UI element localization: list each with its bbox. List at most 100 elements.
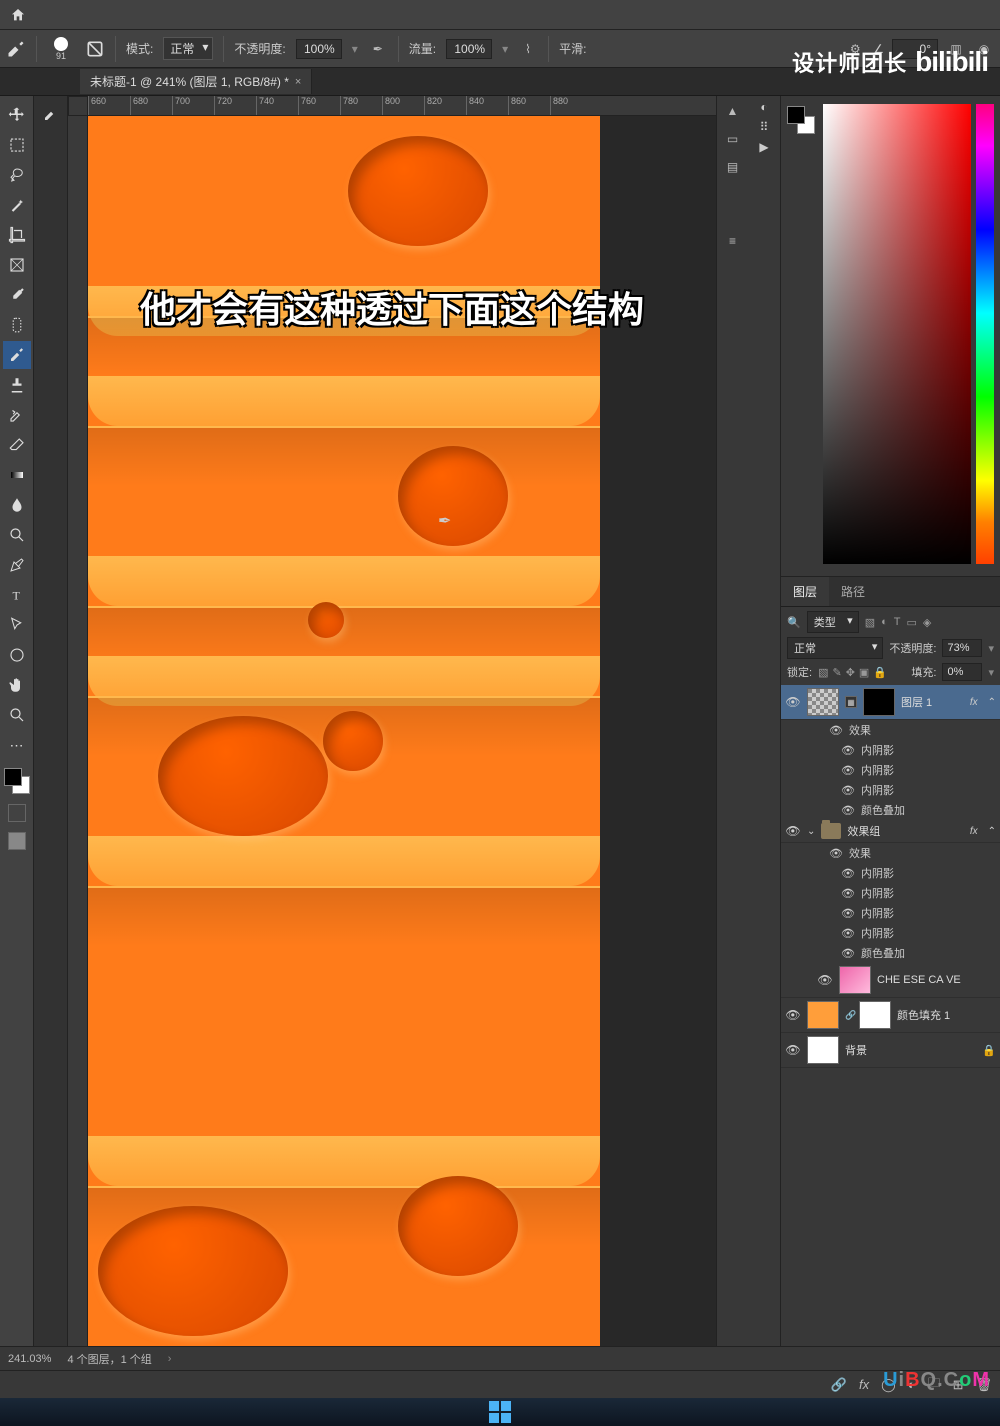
eye-icon[interactable]: 👁 [785,823,801,839]
healing-tool[interactable] [3,311,31,339]
search-icon[interactable]: 🔍 [787,616,801,629]
eye-icon[interactable]: 👁 [785,1042,801,1058]
fx-inner-shadow[interactable]: 👁内阴影 [781,780,1000,800]
eye-icon[interactable]: 👁 [785,694,801,710]
home-icon[interactable] [6,3,30,27]
layer-style-icon[interactable]: fx [859,1377,869,1392]
opacity-field[interactable]: 100% [296,39,342,59]
fx-inner-shadow[interactable]: 👁内阴影 [781,760,1000,780]
taskbar[interactable] [0,1398,1000,1426]
fx-inner-shadow[interactable]: 👁内阴影 [781,923,1000,943]
adjustments-icon[interactable]: ≡ [722,230,744,252]
lock-artboard-icon[interactable]: ▣ [859,666,869,679]
fx-badge[interactable]: fx [970,697,978,708]
histogram-icon[interactable]: ▲ [722,100,744,122]
eye-icon[interactable]: 👁 [817,972,833,988]
dodge-tool[interactable] [3,521,31,549]
path-select-tool[interactable] [3,611,31,639]
lock-paint-icon[interactable]: ✎ [832,666,841,679]
blur-tool[interactable] [3,491,31,519]
brush-preset[interactable]: 91 [47,35,75,63]
fx-inner-shadow[interactable]: 👁内阴影 [781,863,1000,883]
layer-blend-select[interactable]: 正常 [787,637,883,659]
eye-icon[interactable]: 👁 [785,1007,801,1023]
frame-tool[interactable] [3,251,31,279]
shape-tool[interactable] [3,641,31,669]
navigator-icon[interactable]: ▭ [722,128,744,150]
filter-type-icon[interactable]: T [894,616,901,629]
history-brush-tool[interactable] [3,401,31,429]
document-tab[interactable]: 未标题-1 @ 241% (图层 1, RGB/8#) * × [80,69,312,94]
move-tool[interactable] [3,101,31,129]
filter-shape-icon[interactable]: ▭ [907,616,917,629]
brush-tool[interactable] [3,341,31,369]
airbrush-icon[interactable]: ⌇ [518,39,538,59]
chevron-down-icon[interactable]: ⌃ [988,826,996,837]
layer-opacity-field[interactable]: 73% [942,639,982,657]
close-icon[interactable]: × [295,76,301,88]
fx-badge[interactable]: fx [970,826,978,837]
layer-row[interactable]: 👁 ▦ 图层 1 fx ⌃ [781,685,1000,720]
lock-move-icon[interactable]: ✥ [846,666,855,679]
lasso-tool[interactable] [3,161,31,189]
standard-mode-icon[interactable] [8,804,26,822]
chevron-down-icon[interactable]: ⌃ [988,697,996,708]
fx-color-overlay[interactable]: 👁颜色叠加 [781,800,1000,820]
hand-tool[interactable] [3,671,31,699]
fx-inner-shadow[interactable]: 👁内阴影 [781,883,1000,903]
fx-inner-shadow[interactable]: 👁内阴影 [781,903,1000,923]
link-layers-icon[interactable]: 🔗 [831,1377,847,1393]
layer-row[interactable]: 👁 CHE ESE CA VE [781,963,1000,998]
wand-tool[interactable] [3,191,31,219]
layer-name[interactable]: 效果组 [847,823,963,839]
gradient-tool[interactable] [3,461,31,489]
flow-field[interactable]: 100% [446,39,492,59]
info-icon[interactable]: ▤ [722,156,744,178]
filter-adjust-icon[interactable]: ◐ [881,616,888,629]
zoom-tool[interactable] [3,701,31,729]
color-sv-box[interactable] [823,104,971,564]
layer-filter-select[interactable]: 类型 [807,611,859,633]
fx-color-overlay[interactable]: 👁颜色叠加 [781,943,1000,963]
chevron-down-icon[interactable]: ⌄ [807,826,815,837]
filter-smart-icon[interactable]: ◈ [923,616,931,629]
pen-tool[interactable] [3,551,31,579]
tab-paths[interactable]: 路径 [829,577,877,606]
color-fgbg[interactable] [787,106,815,134]
lock-trans-icon[interactable]: ▧ [818,666,828,679]
brush-preset-icon[interactable] [37,100,65,128]
type-tool[interactable]: T [3,581,31,609]
eyedropper-tool[interactable] [3,281,31,309]
layer-name[interactable]: 颜色填充 1 [897,1007,996,1023]
tab-layers[interactable]: 图层 [781,577,829,606]
zoom-level[interactable]: 241.03% [8,1353,51,1365]
fx-effects[interactable]: 👁效果 [781,720,1000,740]
fx-effects[interactable]: 👁效果 [781,843,1000,863]
brush-settings-icon[interactable] [85,39,105,59]
ruler-horizontal[interactable]: 660680700720740760780800820840860880 [88,96,716,116]
fx-inner-shadow[interactable]: 👁内阴影 [781,740,1000,760]
edit-toolbar[interactable]: ⋯ [3,731,31,759]
layer-row-group[interactable]: 👁 ⌄ 效果组 fx ⌃ [781,820,1000,843]
blend-mode-select[interactable]: 正常 [163,37,213,60]
layer-fill-field[interactable]: 0% [942,663,982,681]
layer-name[interactable]: 背景 [845,1042,976,1058]
layer-row[interactable]: 👁 背景 🔒 [781,1033,1000,1068]
filter-pixel-icon[interactable]: ▧ [865,616,875,629]
layer-row[interactable]: 👁 🔗 颜色填充 1 [781,998,1000,1033]
crop-tool[interactable] [3,221,31,249]
color-icon[interactable]: ◐ [760,100,767,114]
layer-name[interactable]: CHE ESE CA VE [877,974,996,986]
color-hue-strip[interactable] [976,104,994,564]
stamp-tool[interactable] [3,371,31,399]
lock-all-icon[interactable]: 🔒 [873,666,887,679]
windows-start-icon[interactable] [489,1401,511,1423]
quickmask-mode-icon[interactable] [8,832,26,850]
color-swatch[interactable] [4,768,30,794]
swatches-icon[interactable]: ⠿ [760,120,769,134]
pressure-opacity-icon[interactable]: ✒ [368,39,388,59]
brush-tool-icon[interactable] [6,39,26,59]
doc-info[interactable]: 4 个图层，1 个组 [67,1351,151,1367]
lock-icon[interactable]: 🔒 [982,1044,996,1057]
marquee-tool[interactable] [3,131,31,159]
